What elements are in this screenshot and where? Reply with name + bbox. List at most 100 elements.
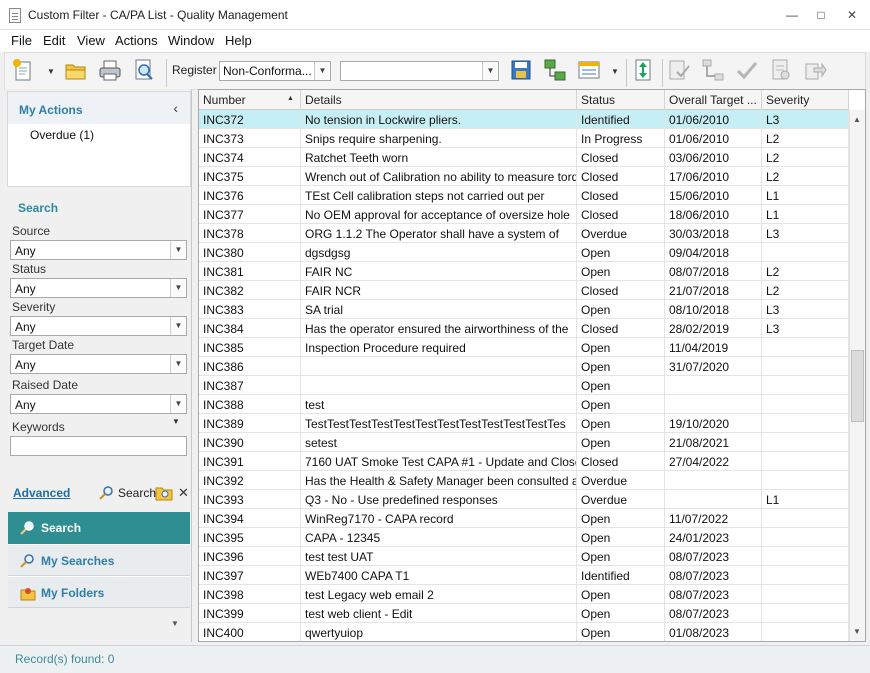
chevron-down-icon[interactable]: ▼	[170, 279, 186, 297]
keywords-input[interactable]	[10, 436, 187, 456]
cell-status: Open	[577, 509, 665, 528]
status-label: Status	[12, 262, 47, 276]
cell-number: INC380	[199, 243, 301, 262]
close-button[interactable]: ✕	[838, 5, 866, 25]
clear-search-icon[interactable]: ✕	[178, 485, 189, 501]
search-link[interactable]: Search	[118, 486, 156, 500]
severity-combo[interactable]: Any ▼	[10, 316, 187, 336]
table-row[interactable]: INC394 WinReg7170 - CAPA record Open 11/07/…	[199, 509, 849, 528]
report-icon[interactable]	[769, 58, 793, 82]
menu-window[interactable]: Window	[168, 33, 214, 48]
chevron-down-icon[interactable]: ▼	[482, 62, 498, 80]
scroll-up-icon[interactable]: ▲	[853, 115, 861, 124]
table-row[interactable]: INC397 WEb7400 CAPA T1 Identified 08/07/202…	[199, 566, 849, 585]
table-row[interactable]: INC387 Open	[199, 376, 849, 395]
cell-target-date: 08/07/2018	[665, 262, 762, 281]
expand-rows-icon[interactable]	[631, 58, 655, 82]
chevron-down-icon[interactable]: ▼	[170, 355, 186, 373]
table-row[interactable]: INC376 TEst Cell calibration steps not ca…	[199, 186, 849, 205]
print-icon[interactable]	[98, 58, 122, 82]
cell-details: FAIR NC	[301, 262, 577, 281]
table-row[interactable]: INC389 TestTestTestTestTestTestTestTestTe…	[199, 414, 849, 433]
register-combo[interactable]: Non-Conforma... ▼	[219, 61, 331, 81]
chevron-down-icon[interactable]: ▼	[170, 395, 186, 413]
scroll-thumb[interactable]	[851, 350, 864, 422]
cell-number: INC374	[199, 148, 301, 167]
advanced-link[interactable]: Advanced	[13, 486, 70, 500]
chevron-down-icon[interactable]: ▼	[170, 317, 186, 335]
approve-list-icon[interactable]	[667, 58, 691, 82]
table-row[interactable]: INC378 ORG 1.1.2 The Operator shall have …	[199, 224, 849, 243]
overdue-link[interactable]: Overdue (1)	[30, 128, 94, 142]
column-details[interactable]: Details	[301, 90, 577, 110]
vertical-scrollbar[interactable]: ▲ ▼	[849, 110, 865, 641]
target-date-combo[interactable]: Any ▼	[10, 354, 187, 374]
cell-target-date: 15/06/2010	[665, 186, 762, 205]
chevron-down-icon[interactable]: ▼	[314, 62, 330, 80]
save-search-icon[interactable]	[155, 484, 173, 501]
status-combo[interactable]: Any ▼	[10, 278, 187, 298]
table-row[interactable]: INC382 FAIR NCR Closed 21/07/2018 L2	[199, 281, 849, 300]
table-row[interactable]: INC374 Ratchet Teeth worn Closed 03/06/2010…	[199, 148, 849, 167]
table-row[interactable]: INC386 Open 31/07/2020	[199, 357, 849, 376]
collapse-icon[interactable]: ‹	[173, 100, 178, 116]
table-row[interactable]: INC398 test Legacy web email 2 Open 08/07/2…	[199, 585, 849, 604]
new-dropdown-icon[interactable]: ▼	[47, 67, 55, 76]
nav-search[interactable]: Search	[8, 512, 190, 544]
table-row[interactable]: INC384 Has the operator ensured the airwo…	[199, 319, 849, 338]
grid-header: Number ▲ Details Status Overall Target .…	[199, 90, 849, 110]
table-row[interactable]: INC375 Wrench out of Calibration no abili…	[199, 167, 849, 186]
cell-severity	[762, 566, 849, 585]
scroll-down-icon[interactable]: ▼	[853, 627, 861, 636]
menu-actions[interactable]: Actions	[115, 33, 158, 48]
table-row[interactable]: INC393 Q3 - No - Use predefined responses…	[199, 490, 849, 509]
menu-help[interactable]: Help	[225, 33, 252, 48]
search-icon[interactable]	[99, 485, 115, 501]
column-number[interactable]: Number ▲	[199, 90, 301, 110]
table-row[interactable]: INC392 Has the Health & Safety Manager be…	[199, 471, 849, 490]
table-row[interactable]: INC400 qwertyuiop Open 01/08/2023	[199, 623, 849, 641]
table-row[interactable]: INC396 test test UAT Open 08/07/2023	[199, 547, 849, 566]
table-row[interactable]: INC385 Inspection Procedure required Open 1…	[199, 338, 849, 357]
minimize-button[interactable]: —	[778, 5, 806, 25]
export-icon[interactable]	[803, 58, 827, 82]
nav-my-searches[interactable]: My Searches	[8, 544, 190, 576]
cell-severity: L3	[762, 224, 849, 243]
source-combo[interactable]: Any ▼	[10, 240, 187, 260]
nav-options-icon[interactable]: ▼	[171, 619, 179, 628]
menu-edit[interactable]: Edit	[43, 33, 65, 48]
save-filter-icon[interactable]	[509, 58, 533, 82]
table-row[interactable]: INC395 CAPA - 12345 Open 24/01/2023	[199, 528, 849, 547]
check-icon[interactable]	[735, 58, 759, 82]
keywords-options-icon[interactable]: ▼	[172, 417, 180, 426]
tree-view-icon[interactable]	[543, 58, 567, 82]
table-row[interactable]: INC388 test Open	[199, 395, 849, 414]
table-row[interactable]: INC377 No OEM approval for acceptance of …	[199, 205, 849, 224]
chevron-down-icon[interactable]: ▼	[170, 241, 186, 259]
table-row[interactable]: INC383 SA trial Open 08/10/2018 L3	[199, 300, 849, 319]
restore-button[interactable]: □	[807, 5, 835, 25]
table-row[interactable]: INC373 Snips require sharpening. In Progre…	[199, 129, 849, 148]
menu-file[interactable]: File	[11, 33, 32, 48]
column-chooser-icon[interactable]	[577, 58, 601, 82]
menu-view[interactable]: View	[77, 33, 105, 48]
columns-dropdown-icon[interactable]: ▼	[611, 67, 619, 76]
table-row[interactable]: INC372 No tension in Lockwire pliers. Iden…	[199, 110, 849, 129]
open-folder-icon[interactable]	[64, 58, 88, 82]
table-row[interactable]: INC390 setest Open 21/08/2021	[199, 433, 849, 452]
filter-combo[interactable]: ▼	[340, 61, 499, 81]
workflow-icon[interactable]	[701, 58, 725, 82]
nav-my-folders[interactable]: My Folders	[8, 576, 190, 608]
cell-details: WinReg7170 - CAPA record	[301, 509, 577, 528]
new-document-icon[interactable]	[11, 58, 35, 82]
raised-date-combo[interactable]: Any ▼	[10, 394, 187, 414]
table-row[interactable]: INC381 FAIR NC Open 08/07/2018 L2	[199, 262, 849, 281]
table-row[interactable]: INC399 test web client - Edit Open 08/07/20…	[199, 604, 849, 623]
table-row[interactable]: INC380 dgsdgsg Open 09/04/2018	[199, 243, 849, 262]
register-label: Register	[172, 63, 217, 77]
print-preview-icon[interactable]	[132, 58, 156, 82]
table-row[interactable]: INC391 7160 UAT Smoke Test CAPA #1 - Upda…	[199, 452, 849, 471]
column-status[interactable]: Status	[577, 90, 665, 110]
column-severity[interactable]: Severity	[762, 90, 849, 110]
column-target-date[interactable]: Overall Target ...	[665, 90, 762, 110]
